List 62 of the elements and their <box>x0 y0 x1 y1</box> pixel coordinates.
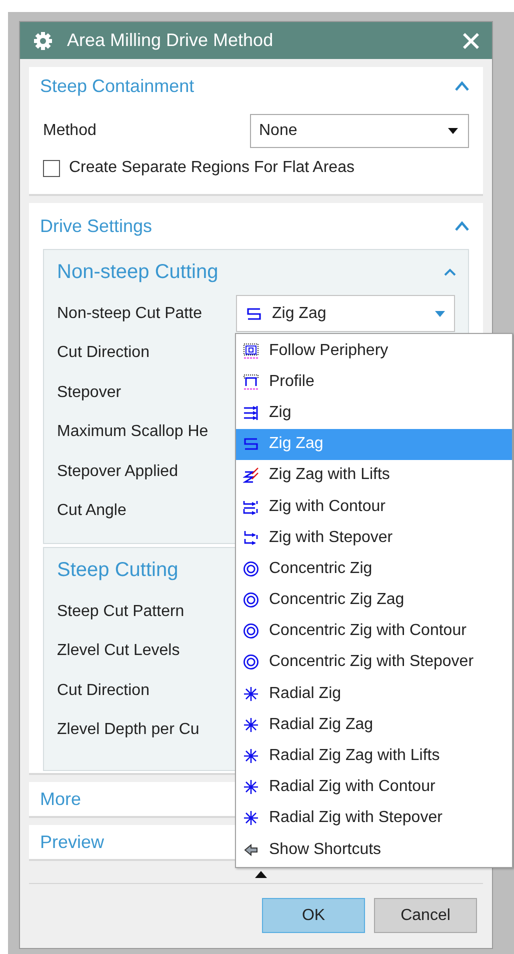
contour-arrows-icon <box>243 498 259 515</box>
group-title: Steep Cutting <box>57 558 178 582</box>
zigzag-icon <box>243 436 259 452</box>
dropdown-option[interactable]: Follow Periphery <box>236 335 512 366</box>
collapse-arrow-icon[interactable] <box>255 870 267 878</box>
field-label: Stepover <box>57 384 122 402</box>
profile-outline-icon <box>243 374 259 390</box>
dropdown-option[interactable]: Profile <box>236 366 512 398</box>
field-label: Zlevel Depth per Cu <box>57 721 200 740</box>
field-label: Zlevel Cut Levels <box>57 642 181 660</box>
field-label: Cut Angle <box>57 502 128 520</box>
radial-star-icon <box>243 686 259 702</box>
concentric-circles-icon <box>243 654 259 670</box>
dropdown-option[interactable]: Concentric Zig Zag <box>236 584 512 616</box>
checkbox[interactable] <box>43 160 60 176</box>
dropdown-option[interactable]: Show Shortcuts <box>236 834 512 866</box>
radial-star-icon <box>243 779 259 796</box>
field-label: Maximum Scallop He <box>57 423 210 442</box>
dropdown-option[interactable]: Concentric Zig with Contour <box>236 616 512 647</box>
group-title: Non-steep Cutting <box>57 260 218 284</box>
gear-icon <box>33 30 53 50</box>
chevron-up-icon[interactable] <box>455 81 469 91</box>
dropdown-option[interactable]: Zig Zag with Lifts <box>236 460 512 491</box>
radial-star-icon <box>243 748 259 764</box>
dropdown-option[interactable]: Radial Zig Zag <box>236 709 512 740</box>
stepover-arrows-icon <box>243 530 259 546</box>
dropdown-option[interactable]: Radial Zig with Contour <box>236 772 512 803</box>
field-label: Non-steep Cut Patte <box>57 304 203 323</box>
field-label: Method <box>42 122 98 140</box>
radial-star-icon <box>243 810 259 826</box>
field-label: Stepover Applied <box>57 462 179 481</box>
zigzag-lifts-icon <box>243 467 259 484</box>
chevron-up-icon[interactable] <box>455 221 469 231</box>
dropdown-arrow-icon <box>435 310 445 317</box>
dropdown-option[interactable]: Zig <box>236 397 512 429</box>
dropdown-option[interactable]: Concentric Zig with Stepover <box>236 646 512 678</box>
dropdown-option[interactable]: Zig with Stepover <box>236 522 512 554</box>
dropdown-option[interactable]: Radial Zig <box>236 678 512 710</box>
dropdown-option[interactable]: Concentric Zig <box>236 553 512 584</box>
dropdown-arrow-icon <box>448 128 458 134</box>
dropdown-option[interactable]: Zig with Contour <box>236 490 512 522</box>
concentric-circles-icon <box>243 592 259 608</box>
dropdown-option[interactable]: Radial Zig Zag with Lifts <box>236 740 512 772</box>
field-label: Cut Direction <box>57 344 150 362</box>
left-arrow-icon <box>243 842 259 858</box>
parallel-arrows-icon <box>243 404 259 421</box>
cancel-button[interactable]: Cancel <box>374 898 477 933</box>
concentric-circles-icon <box>243 623 259 640</box>
zigzag-icon <box>246 306 262 322</box>
window-title: Area Milling Drive Method <box>67 30 274 51</box>
field-label: Steep Cut Pattern <box>57 602 186 621</box>
dropdown-option[interactable]: Radial Zig with Stepover <box>236 802 512 834</box>
field-label: Cut Direction <box>57 682 150 700</box>
ok-button[interactable]: OK <box>262 898 365 933</box>
nested-squares-icon <box>243 342 259 359</box>
pattern-dropdown[interactable]: Zig Zag <box>236 295 455 332</box>
radial-star-icon <box>243 716 259 733</box>
checkbox-label: Create Separate Regions For Flat Areas <box>69 159 354 177</box>
close-icon[interactable] <box>462 32 480 50</box>
method-dropdown[interactable]: None <box>250 114 469 148</box>
chevron-up-icon[interactable] <box>444 268 456 276</box>
concentric-circles-icon <box>243 560 259 577</box>
